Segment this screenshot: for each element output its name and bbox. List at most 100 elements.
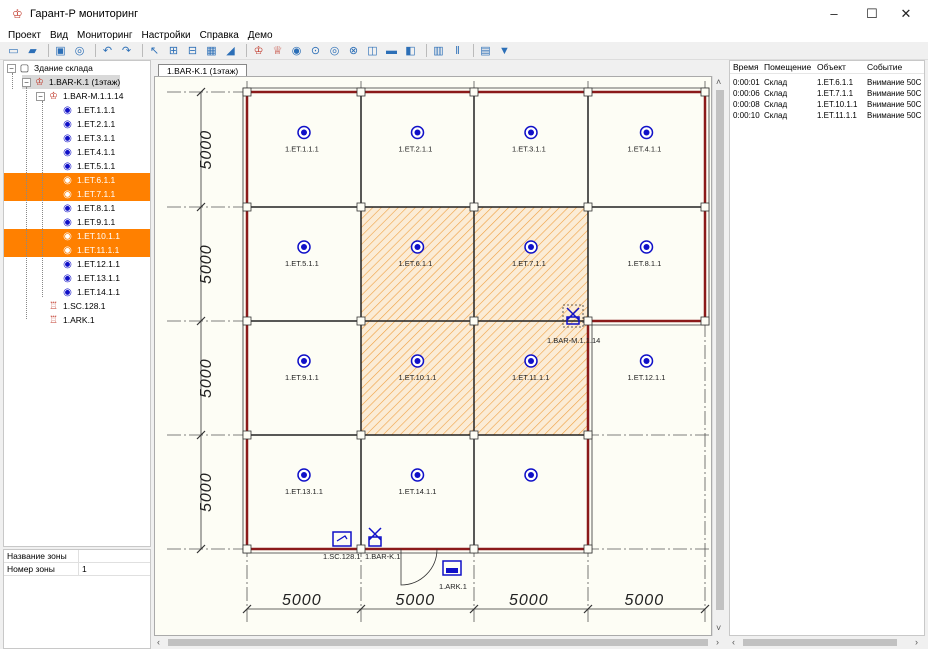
monitor-icon[interactable]: ▤ — [478, 44, 493, 58]
cross-icon[interactable]: ⊗ — [346, 44, 361, 58]
pointer-icon[interactable]: ↖ — [147, 44, 162, 58]
prop-value[interactable] — [79, 550, 82, 562]
log-row[interactable]: 0:00:01 Склад 1.ET.6.1.1 Внимание 50С — [730, 77, 924, 88]
sensor-label: 1.ET.1.1.1 — [285, 145, 319, 154]
tree-node-sensor[interactable]: ◉ 1.ET.3.1.1 — [62, 131, 115, 145]
sensor-dot — [528, 358, 534, 364]
tree-node-sc[interactable]: ♖ 1.SC.128.1 — [48, 299, 106, 313]
sensor-label: 1.ET.14.1.1 — [399, 487, 437, 496]
col-event-header[interactable]: Событие — [867, 61, 902, 74]
sensor-dot — [301, 129, 307, 136]
sensor-dot — [643, 129, 650, 136]
pause-icon[interactable]: ‖ — [450, 44, 465, 58]
tree-node-label: 1.ET.11.1.1 — [77, 245, 120, 255]
column — [700, 316, 710, 326]
grid-alt-icon[interactable]: ⊟ — [185, 44, 200, 58]
scroll-down-icon[interactable]: ˅ — [716, 622, 721, 634]
export-icon[interactable]: ▼ — [497, 44, 512, 58]
grid-icon[interactable]: ⊞ — [166, 44, 181, 58]
menu-help[interactable]: Справка — [200, 30, 239, 41]
prop-value[interactable]: 1 — [79, 563, 87, 575]
tree-node-label: 1.ET.12.1.1 — [77, 259, 121, 269]
column — [469, 544, 479, 554]
column — [356, 202, 366, 212]
col-room-header[interactable]: Помещение — [764, 61, 811, 74]
tree-node-building[interactable]: − ▢ Здание склада — [7, 61, 93, 75]
log-horizontal-scrollbar[interactable]: ‹ › — [729, 636, 925, 649]
block-icon[interactable]: ▬ — [384, 44, 399, 58]
sensor-dot — [528, 472, 534, 478]
tree-node-label: 1.ET.13.1.1 — [77, 273, 121, 283]
tree-node-sensor[interactable]: ◉ 1.ET.2.1.1 — [62, 117, 115, 131]
tree-node-sensor[interactable]: ◉ 1.ET.13.1.1 — [62, 271, 120, 285]
column — [242, 430, 252, 440]
collapse-icon[interactable]: − — [22, 77, 31, 87]
menu-settings[interactable]: Настройки — [142, 30, 191, 41]
menu-project[interactable]: Проект — [8, 30, 41, 41]
menu-demo[interactable]: Демо — [248, 30, 273, 41]
scroll-thumb[interactable] — [716, 90, 724, 610]
save-icon[interactable]: ▣ — [53, 44, 68, 58]
log-row[interactable]: 0:00:08 Склад 1.ET.10.1.1 Внимание 50С — [730, 99, 924, 110]
tree-node-sensor[interactable]: ◉ 1.ET.4.1.1 — [62, 145, 115, 159]
tree-node-sensor[interactable]: ◉ 1.ET.9.1.1 — [62, 215, 115, 229]
trash-icon[interactable]: ▥ — [431, 44, 446, 58]
sc-device-mark — [336, 535, 348, 542]
dimension-label: 5000 — [198, 472, 215, 512]
ark-label: 1.ARK.1 — [439, 582, 467, 591]
scroll-right-icon[interactable]: › — [716, 636, 719, 648]
plan-vertical-scrollbar[interactable]: ˄ ˅ — [712, 76, 726, 636]
scroll-up-icon[interactable]: ˄ — [716, 76, 721, 88]
tree-node-module[interactable]: − ♔ 1.BAR-M.1.1.14 — [36, 89, 123, 103]
tree-node-sensor[interactable]: ◉ 1.ET.5.1.1 — [62, 159, 115, 173]
redo-icon[interactable]: ↷ — [119, 44, 134, 58]
properties-panel: Название зоны Номер зоны 1 — [3, 549, 151, 649]
sensor-dot — [414, 244, 421, 250]
table-icon[interactable]: ▦ — [204, 44, 219, 58]
panel-icon[interactable]: ◧ — [403, 44, 418, 58]
close-button[interactable]: ✕ — [884, 0, 928, 28]
menu-monitoring[interactable]: Мониторинг — [77, 30, 132, 41]
log-cell: Склад — [764, 100, 788, 109]
scroll-thumb[interactable] — [168, 639, 708, 646]
tree-node-sensor[interactable]: ◉ 1.ET.1.1.1 — [62, 103, 115, 117]
plan-horizontal-scrollbar[interactable]: ‹ › — [154, 636, 726, 649]
tree-node-label: Здание склада — [34, 63, 93, 73]
collapse-icon[interactable]: − — [7, 63, 16, 73]
tree-node-label: 1.ET.3.1.1 — [77, 133, 116, 143]
tree-node-sensor[interactable]: ◉ 1.ET.12.1.1 — [62, 257, 120, 271]
tree-node-sensor[interactable]: ◉ 1.ET.14.1.1 — [62, 285, 120, 299]
col-object-header[interactable]: Объект — [817, 61, 846, 74]
dimension-label: 5000 — [198, 244, 215, 284]
tree-node-sensor[interactable]: ◉ 1.ET.8.1.1 — [62, 201, 115, 215]
detector-icon[interactable]: ◉ — [289, 44, 304, 58]
prop-key: Номер зоны — [4, 563, 79, 575]
scroll-left-icon[interactable]: ‹ — [732, 636, 735, 648]
tree-node-floor[interactable]: − ♔ 1.BAR-K.1 (1этаж) — [22, 75, 121, 89]
col-time-header[interactable]: Время — [733, 61, 759, 74]
target-icon[interactable]: ◎ — [327, 44, 342, 58]
floor-plan-canvas[interactable]: 5000 5000 5000 5000 5000 5000 5000 5000 1.ET.1.1… — [154, 76, 712, 636]
scroll-right-icon[interactable]: › — [915, 636, 918, 648]
device-alt-icon[interactable]: ♕ — [270, 44, 285, 58]
sensor-icon: ◉ — [63, 174, 72, 186]
new-icon[interactable]: ▭ — [6, 44, 21, 58]
scroll-thumb[interactable] — [743, 639, 897, 646]
database-icon[interactable]: ◎ — [72, 44, 87, 58]
tree-connector — [42, 101, 43, 297]
tree-node-ark[interactable]: ♖ 1.ARK.1 — [48, 313, 95, 327]
device-icon[interactable]: ♔ — [251, 44, 266, 58]
column — [469, 87, 479, 97]
log-cell: 0:00:06 — [733, 89, 760, 98]
menu-view[interactable]: Вид — [50, 30, 68, 41]
collapse-icon[interactable]: − — [36, 91, 45, 101]
app-icon: ♔ — [12, 7, 23, 21]
log-row[interactable]: 0:00:10 Склад 1.ET.11.1.1 Внимание 50С — [730, 110, 924, 121]
scroll-left-icon[interactable]: ‹ — [157, 636, 160, 648]
zone-icon[interactable]: ⊙ — [308, 44, 323, 58]
open-icon[interactable]: ▰ — [25, 44, 40, 58]
undo-icon[interactable]: ↶ — [100, 44, 115, 58]
window-icon[interactable]: ◫ — [365, 44, 380, 58]
log-row[interactable]: 0:00:06 Склад 1.ET.7.1.1 Внимание 50С — [730, 88, 924, 99]
chart-icon[interactable]: ◢ — [223, 44, 238, 58]
